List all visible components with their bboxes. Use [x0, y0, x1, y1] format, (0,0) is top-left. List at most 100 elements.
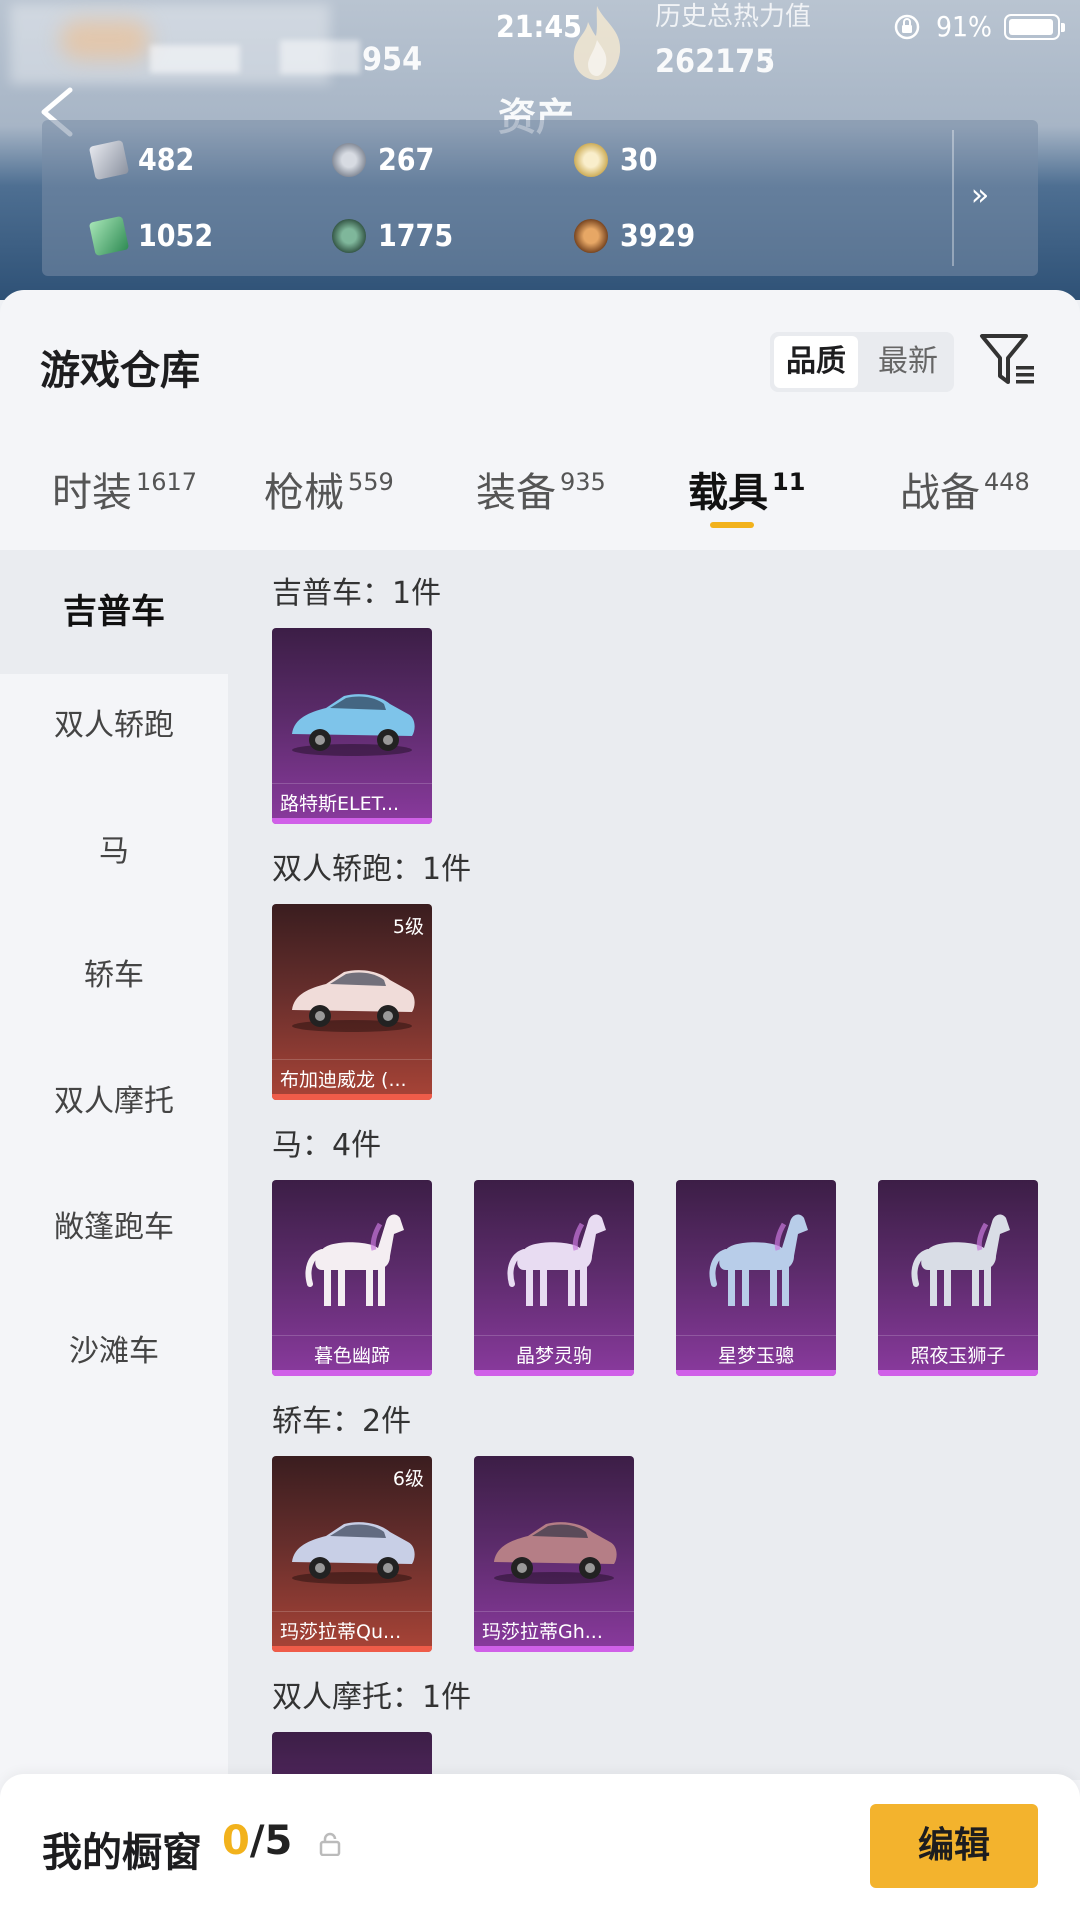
tab-combat-supplies[interactable]: 战备 448: [900, 460, 1030, 518]
showcase-count: 0/5: [222, 1818, 292, 1864]
item-name: 照夜玉狮子: [910, 1345, 1006, 1367]
group-title: 吉普车：1件: [272, 576, 442, 611]
bronze-medal-icon: [574, 219, 608, 253]
help-icon[interactable]: ?: [762, 46, 773, 74]
sort-toggle: 品质 最新: [770, 332, 954, 392]
asset-value: 30: [620, 142, 658, 178]
asset-item: 267: [332, 138, 434, 182]
tab-equipment[interactable]: 装备 935: [476, 460, 606, 518]
showcase-bar: 我的橱窗 0/5 编辑: [0, 1774, 1080, 1920]
asset-item: 30: [574, 138, 658, 182]
blurred-avatar: [60, 20, 150, 60]
item-card[interactable]: 暮色幽蹄: [272, 1180, 432, 1376]
horse-icon: [305, 1214, 404, 1306]
side-item-buggy[interactable]: 沙滩车: [0, 1326, 228, 1370]
tab-label: 时装: [52, 470, 132, 516]
header-banner: 954 21:45 历史总热力值 262175 ? 91% 资产 482 267…: [0, 0, 1080, 300]
battery-icon: [1004, 14, 1065, 40]
asset-item: 1052: [88, 214, 214, 258]
side-item-horse[interactable]: 马: [0, 826, 228, 870]
battery-percent: 91%: [936, 10, 992, 43]
car-icon: [292, 1522, 415, 1584]
item-card[interactable]: 星梦玉骢: [676, 1180, 836, 1376]
tab-count: 1617: [136, 468, 198, 496]
tab-count: 935: [560, 468, 606, 496]
item-name: 路特斯ELET...: [280, 793, 400, 815]
side-item-sedan[interactable]: 轿车: [0, 950, 228, 994]
assets-divider: [952, 130, 954, 266]
tab-label: 载具: [688, 470, 768, 516]
item-level: 5级: [392, 916, 424, 938]
item-card[interactable]: 照夜玉狮子: [878, 1180, 1038, 1376]
showcase-total: /5: [249, 1818, 293, 1864]
flame-icon: [573, 6, 621, 80]
warehouse-title: 游戏仓库: [40, 348, 200, 394]
silver-coin-icon: [332, 143, 366, 177]
horse-icon: [507, 1214, 606, 1306]
side-item-jeep[interactable]: 吉普车: [0, 550, 228, 674]
item-name: 布加迪威龙 (...: [280, 1069, 407, 1091]
blurred-username: [150, 45, 240, 73]
lock-icon: [319, 1832, 341, 1856]
tab-count: 448: [984, 468, 1030, 496]
gold-coin-icon: [574, 143, 608, 177]
asset-value: 482: [138, 142, 195, 178]
asset-item: 3929: [574, 214, 695, 258]
item-card[interactable]: 5级 布加迪威龙 (...: [272, 904, 432, 1100]
tab-count: 559: [348, 468, 394, 496]
tab-label: 枪械: [264, 470, 344, 516]
horse-icon: [911, 1214, 1010, 1306]
item-level: 6级: [392, 1468, 424, 1490]
group-title: 双人摩托：1件: [272, 1680, 472, 1715]
tab-fashion[interactable]: 时装 1617: [52, 460, 197, 518]
tab-label: 装备: [476, 470, 556, 516]
asset-item: 482: [88, 138, 195, 182]
side-item-convertible[interactable]: 敞篷跑车: [0, 1202, 228, 1246]
tab-weapons[interactable]: 枪械 559: [264, 460, 394, 518]
filter-icon[interactable]: [978, 330, 1038, 390]
silver-crate-icon: [88, 139, 130, 181]
assets-more-button[interactable]: »: [960, 176, 1000, 216]
green-card-icon: [88, 215, 130, 257]
vehicle-type-nav: 吉普车 双人轿跑 马 轿车 双人摩托 敞篷跑车 沙滩车: [0, 550, 228, 1780]
asset-item: 1775: [332, 214, 453, 258]
item-card[interactable]: 路特斯ELET...: [272, 628, 432, 824]
side-item-coupe[interactable]: 双人轿跑: [0, 700, 228, 744]
item-card[interactable]: [272, 1732, 432, 1780]
tab-count: 11: [772, 468, 806, 496]
group-title: 双人轿跑：1件: [272, 852, 472, 887]
sort-newest-option[interactable]: 最新: [862, 332, 954, 392]
item-card[interactable]: 6级 玛莎拉蒂Qu...: [272, 1456, 432, 1652]
item-card[interactable]: 玛莎拉蒂Gh...: [474, 1456, 634, 1652]
group-title: 轿车：2件: [272, 1404, 412, 1439]
tab-vehicles[interactable]: 载具 11: [688, 460, 806, 528]
car-icon: [292, 694, 415, 756]
item-name: 晶梦灵驹: [515, 1345, 592, 1367]
item-card[interactable]: 晶梦灵驹: [474, 1180, 634, 1376]
blurred-level: [280, 40, 360, 74]
car-icon: [292, 970, 415, 1032]
active-tab-indicator: [710, 522, 754, 528]
item-name: 玛莎拉蒂Qu...: [280, 1621, 402, 1643]
vehicle-list: 吉普车：1件 路特斯ELET... 双人轿跑：1件 5级 布加迪威龙 (... …: [228, 550, 1080, 1780]
asset-value: 1052: [138, 218, 214, 254]
car-icon: [494, 1522, 617, 1584]
tab-label: 战备: [900, 470, 980, 516]
rotation-lock-icon: [894, 14, 920, 40]
category-tabs: 时装 1617 枪械 559 装备 935 载具 11 战备 448: [0, 460, 1080, 550]
sort-quality-option[interactable]: 品质: [774, 336, 858, 388]
horse-icon: [709, 1214, 808, 1306]
player-score: 954: [362, 40, 423, 78]
total-heat-value: 262175: [655, 42, 776, 80]
asset-value: 1775: [378, 218, 454, 254]
total-heat-label: 历史总热力值: [655, 2, 812, 32]
showcase-label: 我的橱窗: [42, 1830, 202, 1876]
warehouse-sheet: 游戏仓库 品质 最新 时装 1617 枪械 559 装备 935 载具 11 战备 448…: [0, 290, 1080, 1920]
item-name: 玛莎拉蒂Gh...: [482, 1621, 603, 1643]
asset-value: 267: [378, 142, 435, 178]
edit-button[interactable]: 编辑: [870, 1804, 1038, 1888]
asset-value: 3929: [620, 218, 696, 254]
item-name: 星梦玉骢: [717, 1345, 794, 1367]
group-title: 马：4件: [272, 1128, 382, 1163]
side-item-moto[interactable]: 双人摩托: [0, 1076, 228, 1120]
